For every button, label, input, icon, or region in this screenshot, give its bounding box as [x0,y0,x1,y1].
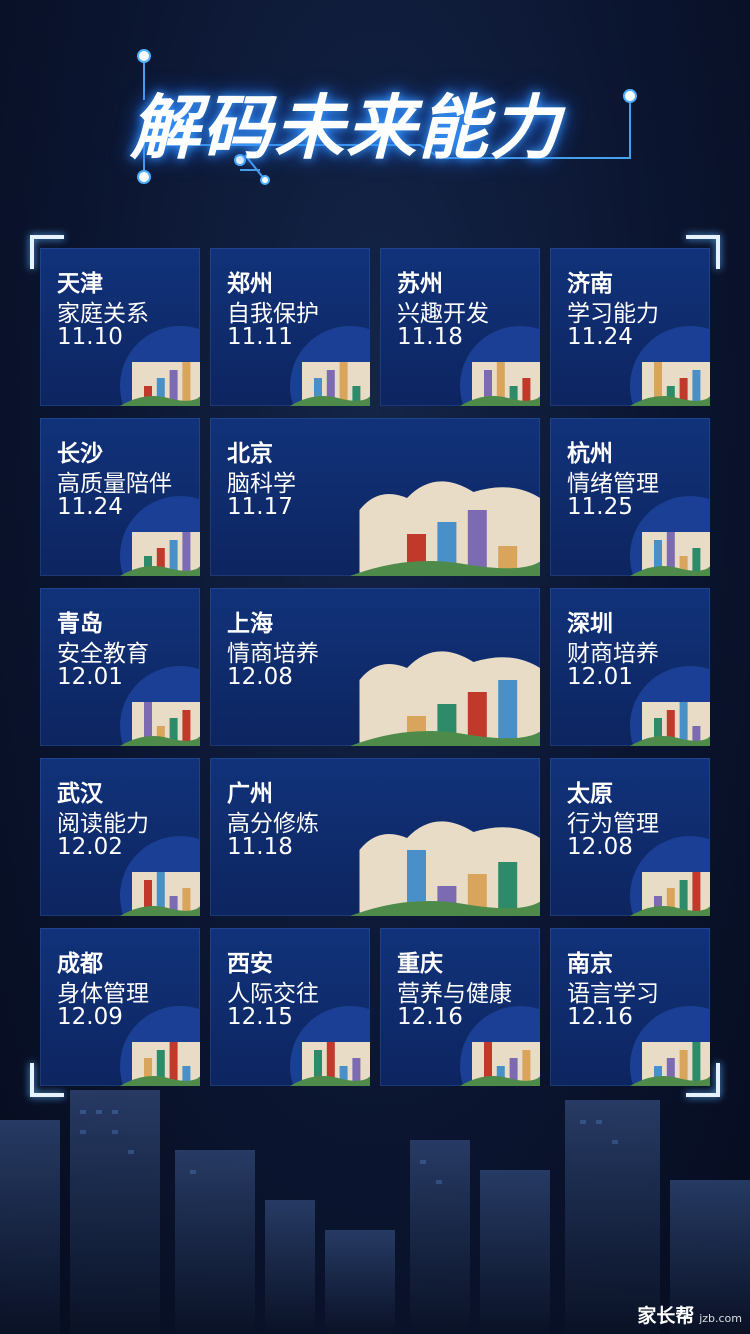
card-topic: 营养与健康 [397,981,512,1007]
city-card-hangzhou[interactable]: 杭州 情绪管理 11.25 [550,418,710,576]
card-city: 北京 [227,441,273,467]
card-date: 11.24 [567,324,633,350]
card-topic: 情绪管理 [567,471,659,497]
card-topic: 财商培养 [567,641,659,667]
card-city: 济南 [567,271,613,297]
city-illustration [120,496,200,576]
card-topic: 学习能力 [567,301,659,327]
card-date: 12.15 [227,1004,293,1030]
card-topic: 兴趣开发 [397,301,489,327]
card-date: 12.09 [57,1004,123,1030]
card-date: 12.01 [57,664,123,690]
city-card-beijing[interactable]: 北京 脑科学 11.17 [210,418,540,576]
card-topic: 阅读能力 [57,811,149,837]
card-city: 青岛 [57,611,103,637]
city-card-chongqing[interactable]: 重庆 营养与健康 12.16 [380,928,540,1086]
city-illustration [630,666,710,746]
page-title: 解码未来能力 [130,87,562,169]
card-date: 11.24 [57,494,123,520]
card-topic: 身体管理 [57,981,149,1007]
card-city: 长沙 [57,441,103,467]
card-date: 11.11 [227,324,293,350]
card-topic: 语言学习 [567,981,659,1007]
city-illustration [120,666,200,746]
card-date: 11.17 [227,494,293,520]
city-card-grid: 天津 家庭关系 11.10 郑州 自我保护 11.11 苏州 兴趣开发 11.1… [40,248,710,1088]
card-topic: 高质量陪伴 [57,471,172,497]
card-city: 南京 [567,951,613,977]
city-card-nanjing[interactable]: 南京 语言学习 12.16 [550,928,710,1086]
city-illustration [120,326,200,406]
city-illustration [350,651,540,746]
city-skyline-decoration [0,1090,750,1334]
city-card-shenzhen[interactable]: 深圳 财商培养 12.01 [550,588,710,746]
city-card-guangzhou[interactable]: 广州 高分修炼 11.18 [210,758,540,916]
city-card-qingdao[interactable]: 青岛 安全教育 12.01 [40,588,200,746]
city-card-zhengzhou[interactable]: 郑州 自我保护 11.11 [210,248,370,406]
city-card-wuhan[interactable]: 武汉 阅读能力 12.02 [40,758,200,916]
card-city: 太原 [567,781,613,807]
watermark-domain: jzb.com [699,1312,742,1325]
city-illustration [120,1006,200,1086]
card-date: 12.01 [567,664,633,690]
card-date: 12.08 [227,664,293,690]
city-illustration [630,326,710,406]
card-topic: 脑科学 [227,471,296,497]
card-city: 成都 [57,951,103,977]
card-city: 天津 [57,271,103,297]
card-topic: 情商培养 [227,641,319,667]
card-city: 郑州 [227,271,273,297]
city-illustration [290,1006,370,1086]
card-topic: 家庭关系 [57,301,149,327]
card-topic: 行为管理 [567,811,659,837]
card-city: 苏州 [397,271,443,297]
card-date: 12.16 [567,1004,633,1030]
card-date: 12.16 [397,1004,463,1030]
card-date: 11.10 [57,324,123,350]
card-city: 上海 [227,611,273,637]
city-illustration [350,481,540,576]
header-title-area: 解码未来能力 [120,40,640,190]
card-date: 11.25 [567,494,633,520]
city-card-shanghai[interactable]: 上海 情商培养 12.08 [210,588,540,746]
card-topic: 高分修炼 [227,811,319,837]
card-date: 12.02 [57,834,123,860]
city-card-xian[interactable]: 西安 人际交往 12.15 [210,928,370,1086]
city-card-suzhou[interactable]: 苏州 兴趣开发 11.18 [380,248,540,406]
city-card-jinan[interactable]: 济南 学习能力 11.24 [550,248,710,406]
card-date: 12.08 [567,834,633,860]
card-city: 杭州 [567,441,613,467]
card-date: 11.18 [397,324,463,350]
card-city: 广州 [227,781,273,807]
card-city: 深圳 [567,611,613,637]
city-card-chengdu[interactable]: 成都 身体管理 12.09 [40,928,200,1086]
watermark-logo: 家长帮 jzb.com [637,1301,742,1328]
card-topic: 自我保护 [227,301,319,327]
city-illustration [460,1006,540,1086]
card-topic: 人际交往 [227,981,319,1007]
city-card-changsha[interactable]: 长沙 高质量陪伴 11.24 [40,418,200,576]
card-city: 重庆 [397,951,443,977]
watermark-brand: 家长帮 [637,1305,695,1327]
card-city: 武汉 [57,781,103,807]
city-illustration [350,821,540,916]
city-illustration [120,836,200,916]
card-city: 西安 [227,951,273,977]
city-illustration [290,326,370,406]
city-illustration [630,496,710,576]
city-card-taiyuan[interactable]: 太原 行为管理 12.08 [550,758,710,916]
city-illustration [630,836,710,916]
card-topic: 安全教育 [57,641,149,667]
card-date: 11.18 [227,834,293,860]
city-illustration [630,1006,710,1086]
city-card-tianjin[interactable]: 天津 家庭关系 11.10 [40,248,200,406]
city-illustration [460,326,540,406]
